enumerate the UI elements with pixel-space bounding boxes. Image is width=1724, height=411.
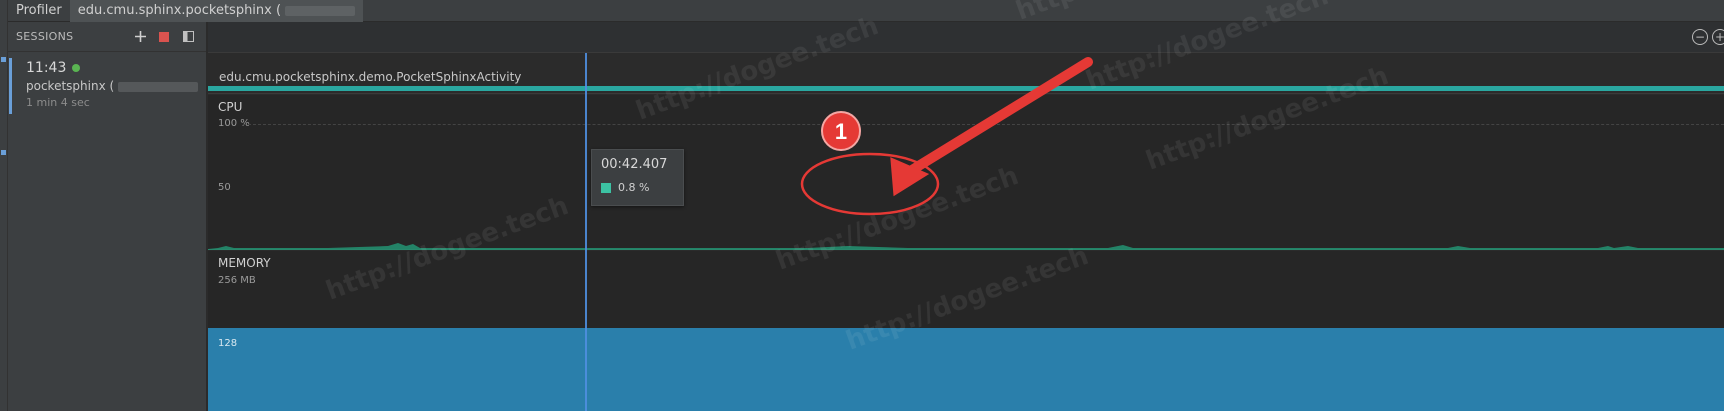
memory-axis-top: 256 MB [218,275,256,286]
timeline-toolbar: − + [208,22,1724,53]
cpu-monitor[interactable]: CPU 100 % 50 [208,95,1724,250]
tooltip-time: 00:42.407 [601,157,668,172]
cpu-tooltip: 00:42.407 0.8 % [591,149,684,206]
tool-strip-marker [1,57,6,62]
zoom-out-glyph: − [1694,30,1706,44]
live-status-dot [72,64,81,72]
activity-name: edu.cmu.pocketsphinx.demo.PocketSphinxAc… [219,70,522,84]
memory-usage-area [208,328,1724,411]
blurred-text [118,81,199,92]
session-name: pocketsphinx ( [26,79,206,93]
timeline-cursor[interactable] [585,53,587,411]
sessions-header: SESSIONS [8,22,206,52]
tool-strip-marker [1,150,6,155]
left-tool-strip[interactable] [0,0,8,411]
memory-monitor[interactable]: MEMORY 256 MB 128 [208,251,1724,411]
cpu-legend-swatch [601,182,611,193]
activity-row[interactable]: edu.cmu.pocketsphinx.demo.PocketSphinxAc… [208,53,1724,94]
session-time-label: 11:43 [26,60,67,76]
tab-bar: Profiler edu.cmu.sphinx.pocketsphinx ( [8,0,1724,22]
tab-app-process[interactable]: edu.cmu.sphinx.pocketsphinx ( [69,0,364,22]
stop-icon[interactable] [154,27,174,47]
session-duration: 1 min 4 sec [26,96,90,109]
blurred-text [285,5,356,16]
zoom-out-icon[interactable]: − [1692,29,1708,45]
zoom-in-icon[interactable]: + [1712,29,1724,45]
plus-icon[interactable] [130,27,150,47]
memory-axis-mid: 128 [218,338,238,349]
tooltip-value: 0.8 % [618,181,650,194]
session-time: 11:43 [26,60,206,76]
tab-profiler[interactable]: Profiler [8,0,70,22]
zoom-in-glyph: + [1714,30,1724,44]
tooltip-value-row: 0.8 % [601,181,674,194]
session-item[interactable]: 11:43 pocketsphinx ( 1 min 4 sec [9,58,206,114]
tab-app-process-label: edu.cmu.sphinx.pocketsphinx ( [77,3,282,18]
profiler-main[interactable]: − + edu.cmu.pocketsphinx.demo.PocketSphi… [208,22,1724,411]
panel-layout-icon[interactable] [178,27,198,47]
memory-title: MEMORY [218,256,271,270]
sessions-panel: SESSIONS 11:43 pocketsphinx ( 1 min 4 se… [8,22,207,411]
sessions-title: SESSIONS [16,30,74,43]
cpu-usage-graph [208,243,1724,250]
session-name-label: pocketsphinx ( [26,79,115,93]
activity-bar[interactable] [208,86,1724,91]
